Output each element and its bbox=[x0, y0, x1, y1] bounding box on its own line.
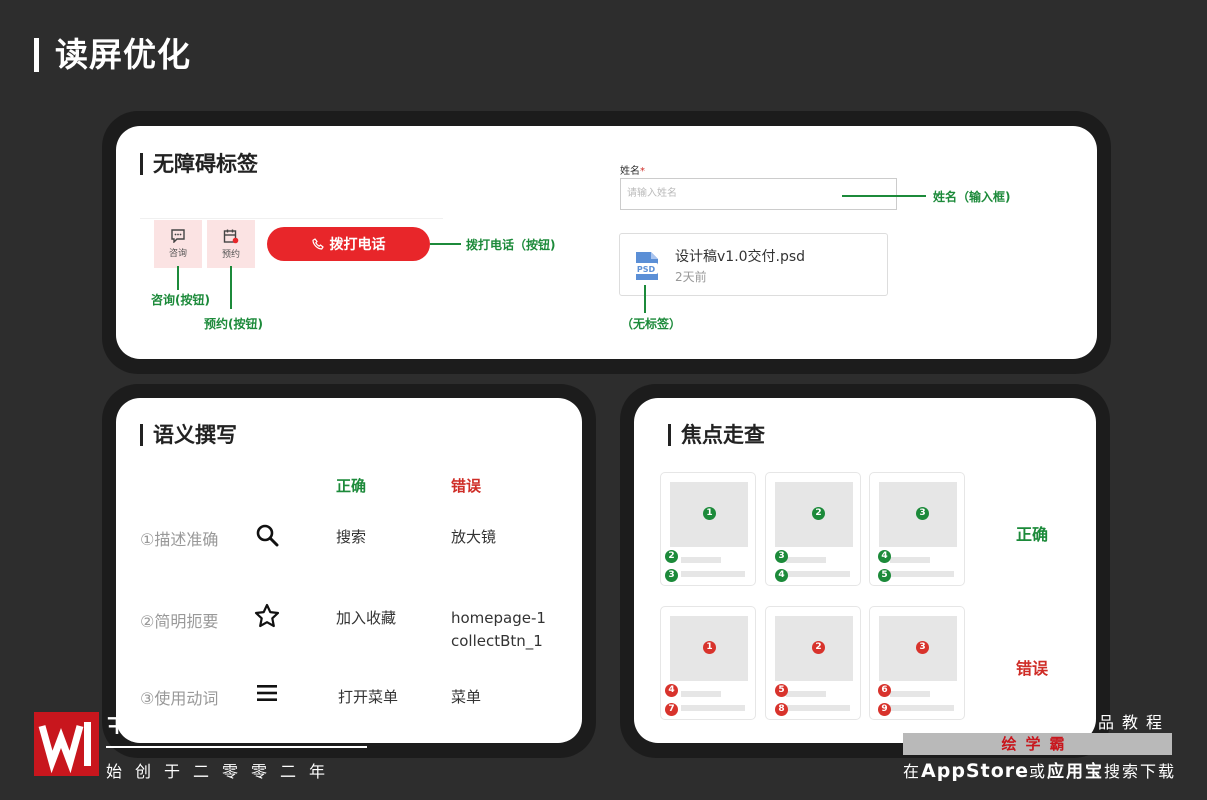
tile-line bbox=[681, 557, 721, 563]
focus-tile-wrong-2: 2 5 8 bbox=[765, 606, 861, 720]
focus-order-badge: 3 bbox=[775, 550, 788, 563]
call-annotation-line bbox=[430, 243, 461, 245]
name-input[interactable]: 请输入姓名 bbox=[620, 178, 897, 210]
svg-text:PSD: PSD bbox=[637, 265, 656, 274]
name-field-label: 姓名* bbox=[620, 166, 645, 177]
focus-card: 焦点走查 1 2 3 2 3 4 3 4 5 正确 1 4 7 2 5 8 3 … bbox=[634, 398, 1096, 743]
name-annotation-line bbox=[842, 195, 926, 197]
focus-order-badge: 1 bbox=[703, 641, 716, 654]
focus-order-badge: 5 bbox=[878, 569, 891, 582]
file-annotation-line bbox=[644, 285, 646, 313]
required-mark: * bbox=[640, 166, 645, 177]
focus-correct-label: 正确 bbox=[1016, 525, 1049, 544]
app-badge: 绘学霸 bbox=[903, 733, 1172, 755]
correct-value-open-menu: 打开菜单 bbox=[338, 688, 399, 706]
focus-order-badge: 5 bbox=[775, 684, 788, 697]
file-time: 2天前 bbox=[675, 270, 707, 284]
semantic-section-title: 语义撰写 bbox=[140, 424, 237, 446]
file-card[interactable]: PSD 设计稿v1.0交付.psd 2天前 bbox=[619, 233, 888, 296]
tile-line bbox=[786, 705, 850, 711]
focus-wrong-label: 错误 bbox=[1016, 659, 1049, 678]
focus-order-badge: 9 bbox=[878, 703, 891, 716]
tile-line bbox=[890, 571, 954, 577]
row-label-concise: ②简明扼要 bbox=[140, 612, 219, 631]
star-icon bbox=[254, 603, 280, 628]
name-annotation: 姓名（输入框) bbox=[933, 190, 1011, 204]
correct-value-search: 搜索 bbox=[336, 528, 367, 546]
labels-section-title: 无障碍标签 bbox=[140, 153, 258, 175]
focus-order-badge: 1 bbox=[703, 507, 716, 520]
app-badge-label: 绘学霸 bbox=[1001, 735, 1074, 753]
call-button[interactable]: 拨打电话 bbox=[267, 227, 430, 261]
consult-annotation-line bbox=[177, 266, 179, 290]
focus-tile-correct-2: 2 3 4 bbox=[765, 472, 861, 586]
tile-line bbox=[890, 557, 930, 563]
brand-slogan: 始创于二零零二年 bbox=[106, 762, 339, 781]
row-label-accurate: ①描述准确 bbox=[140, 530, 219, 549]
tutorial-text: 品教程 bbox=[1098, 713, 1171, 732]
reserve-annotation: 预约(按钮) bbox=[204, 317, 263, 331]
focus-order-badge: 2 bbox=[812, 507, 825, 520]
focus-order-badge: 7 bbox=[665, 703, 678, 716]
brand-name-partial: 王 bbox=[106, 716, 129, 734]
call-button-label: 拨打电话 bbox=[329, 237, 386, 253]
focus-tile-wrong-3: 3 6 9 bbox=[869, 606, 965, 720]
correct-column-header: 正确 bbox=[336, 477, 367, 495]
wrong-value-id: homepage-1 collectBtn_1 bbox=[451, 609, 546, 650]
tile-line bbox=[786, 557, 826, 563]
file-name: 设计稿v1.0交付.psd bbox=[675, 249, 806, 265]
app-market-text: 应用宝 bbox=[1047, 762, 1105, 782]
phone-icon bbox=[311, 238, 324, 250]
brand-logo bbox=[34, 712, 99, 776]
wrong-column-header: 错误 bbox=[451, 477, 482, 495]
tile-line bbox=[681, 691, 721, 697]
search-icon bbox=[256, 524, 279, 547]
focus-tile-correct-3: 3 4 5 bbox=[869, 472, 965, 586]
focus-order-badge: 6 bbox=[878, 684, 891, 697]
calendar-icon bbox=[223, 229, 239, 243]
focus-order-badge: 4 bbox=[665, 684, 678, 697]
page-title: 读屏优化 bbox=[34, 38, 191, 72]
reserve-annotation-line bbox=[230, 266, 232, 309]
row-label-verb: ③使用动词 bbox=[140, 689, 219, 708]
tile-line bbox=[786, 571, 850, 577]
reserve-button-label: 预约 bbox=[221, 249, 240, 260]
focus-order-badge: 4 bbox=[878, 550, 891, 563]
reserve-button[interactable]: 预约 bbox=[207, 220, 255, 268]
focus-order-badge: 2 bbox=[812, 641, 825, 654]
focus-order-badge: 3 bbox=[916, 507, 929, 520]
tile-line bbox=[786, 691, 826, 697]
consult-button[interactable]: 咨询 bbox=[154, 220, 202, 268]
focus-order-badge: 3 bbox=[916, 641, 929, 654]
wrong-value-magnifier: 放大镜 bbox=[451, 528, 497, 546]
focus-order-badge: 2 bbox=[665, 550, 678, 563]
consult-button-label: 咨询 bbox=[168, 249, 187, 259]
focus-order-badge: 3 bbox=[665, 569, 678, 582]
menu-icon bbox=[257, 685, 277, 701]
psd-file-icon: PSD bbox=[633, 251, 661, 281]
tile-line bbox=[890, 691, 930, 697]
download-hint: 在AppStore或应用宝搜索下载 bbox=[903, 760, 1177, 782]
tile-line bbox=[681, 571, 745, 577]
consult-annotation: 咨询(按钮) bbox=[151, 293, 210, 307]
focus-order-badge: 4 bbox=[775, 569, 788, 582]
wrong-value-menu: 菜单 bbox=[451, 688, 482, 706]
call-annotation: 拨打电话（按钮) bbox=[466, 238, 556, 252]
file-annotation: （无标签） bbox=[621, 317, 682, 331]
appstore-text: AppStore bbox=[921, 760, 1029, 782]
correct-value-collect: 加入收藏 bbox=[336, 609, 397, 627]
focus-order-badge: 8 bbox=[775, 703, 788, 716]
brand-underline bbox=[106, 746, 367, 748]
focus-tile-wrong-1: 1 4 7 bbox=[660, 606, 756, 720]
focus-section-title: 焦点走查 bbox=[668, 424, 765, 446]
focus-tile-correct-1: 1 2 3 bbox=[660, 472, 756, 586]
tile-line bbox=[890, 705, 954, 711]
labels-card: 无障碍标签 咨询 预约 拨打电话 咨询(按钮) 预约(按钮) 拨打电话（按钮) … bbox=[116, 126, 1097, 359]
semantic-card: 语义撰写 正确 错误 ①描述准确 搜索 放大镜 ②简明扼要 加入收藏 homep… bbox=[116, 398, 582, 743]
chat-icon bbox=[171, 229, 185, 243]
tile-line bbox=[681, 705, 745, 711]
